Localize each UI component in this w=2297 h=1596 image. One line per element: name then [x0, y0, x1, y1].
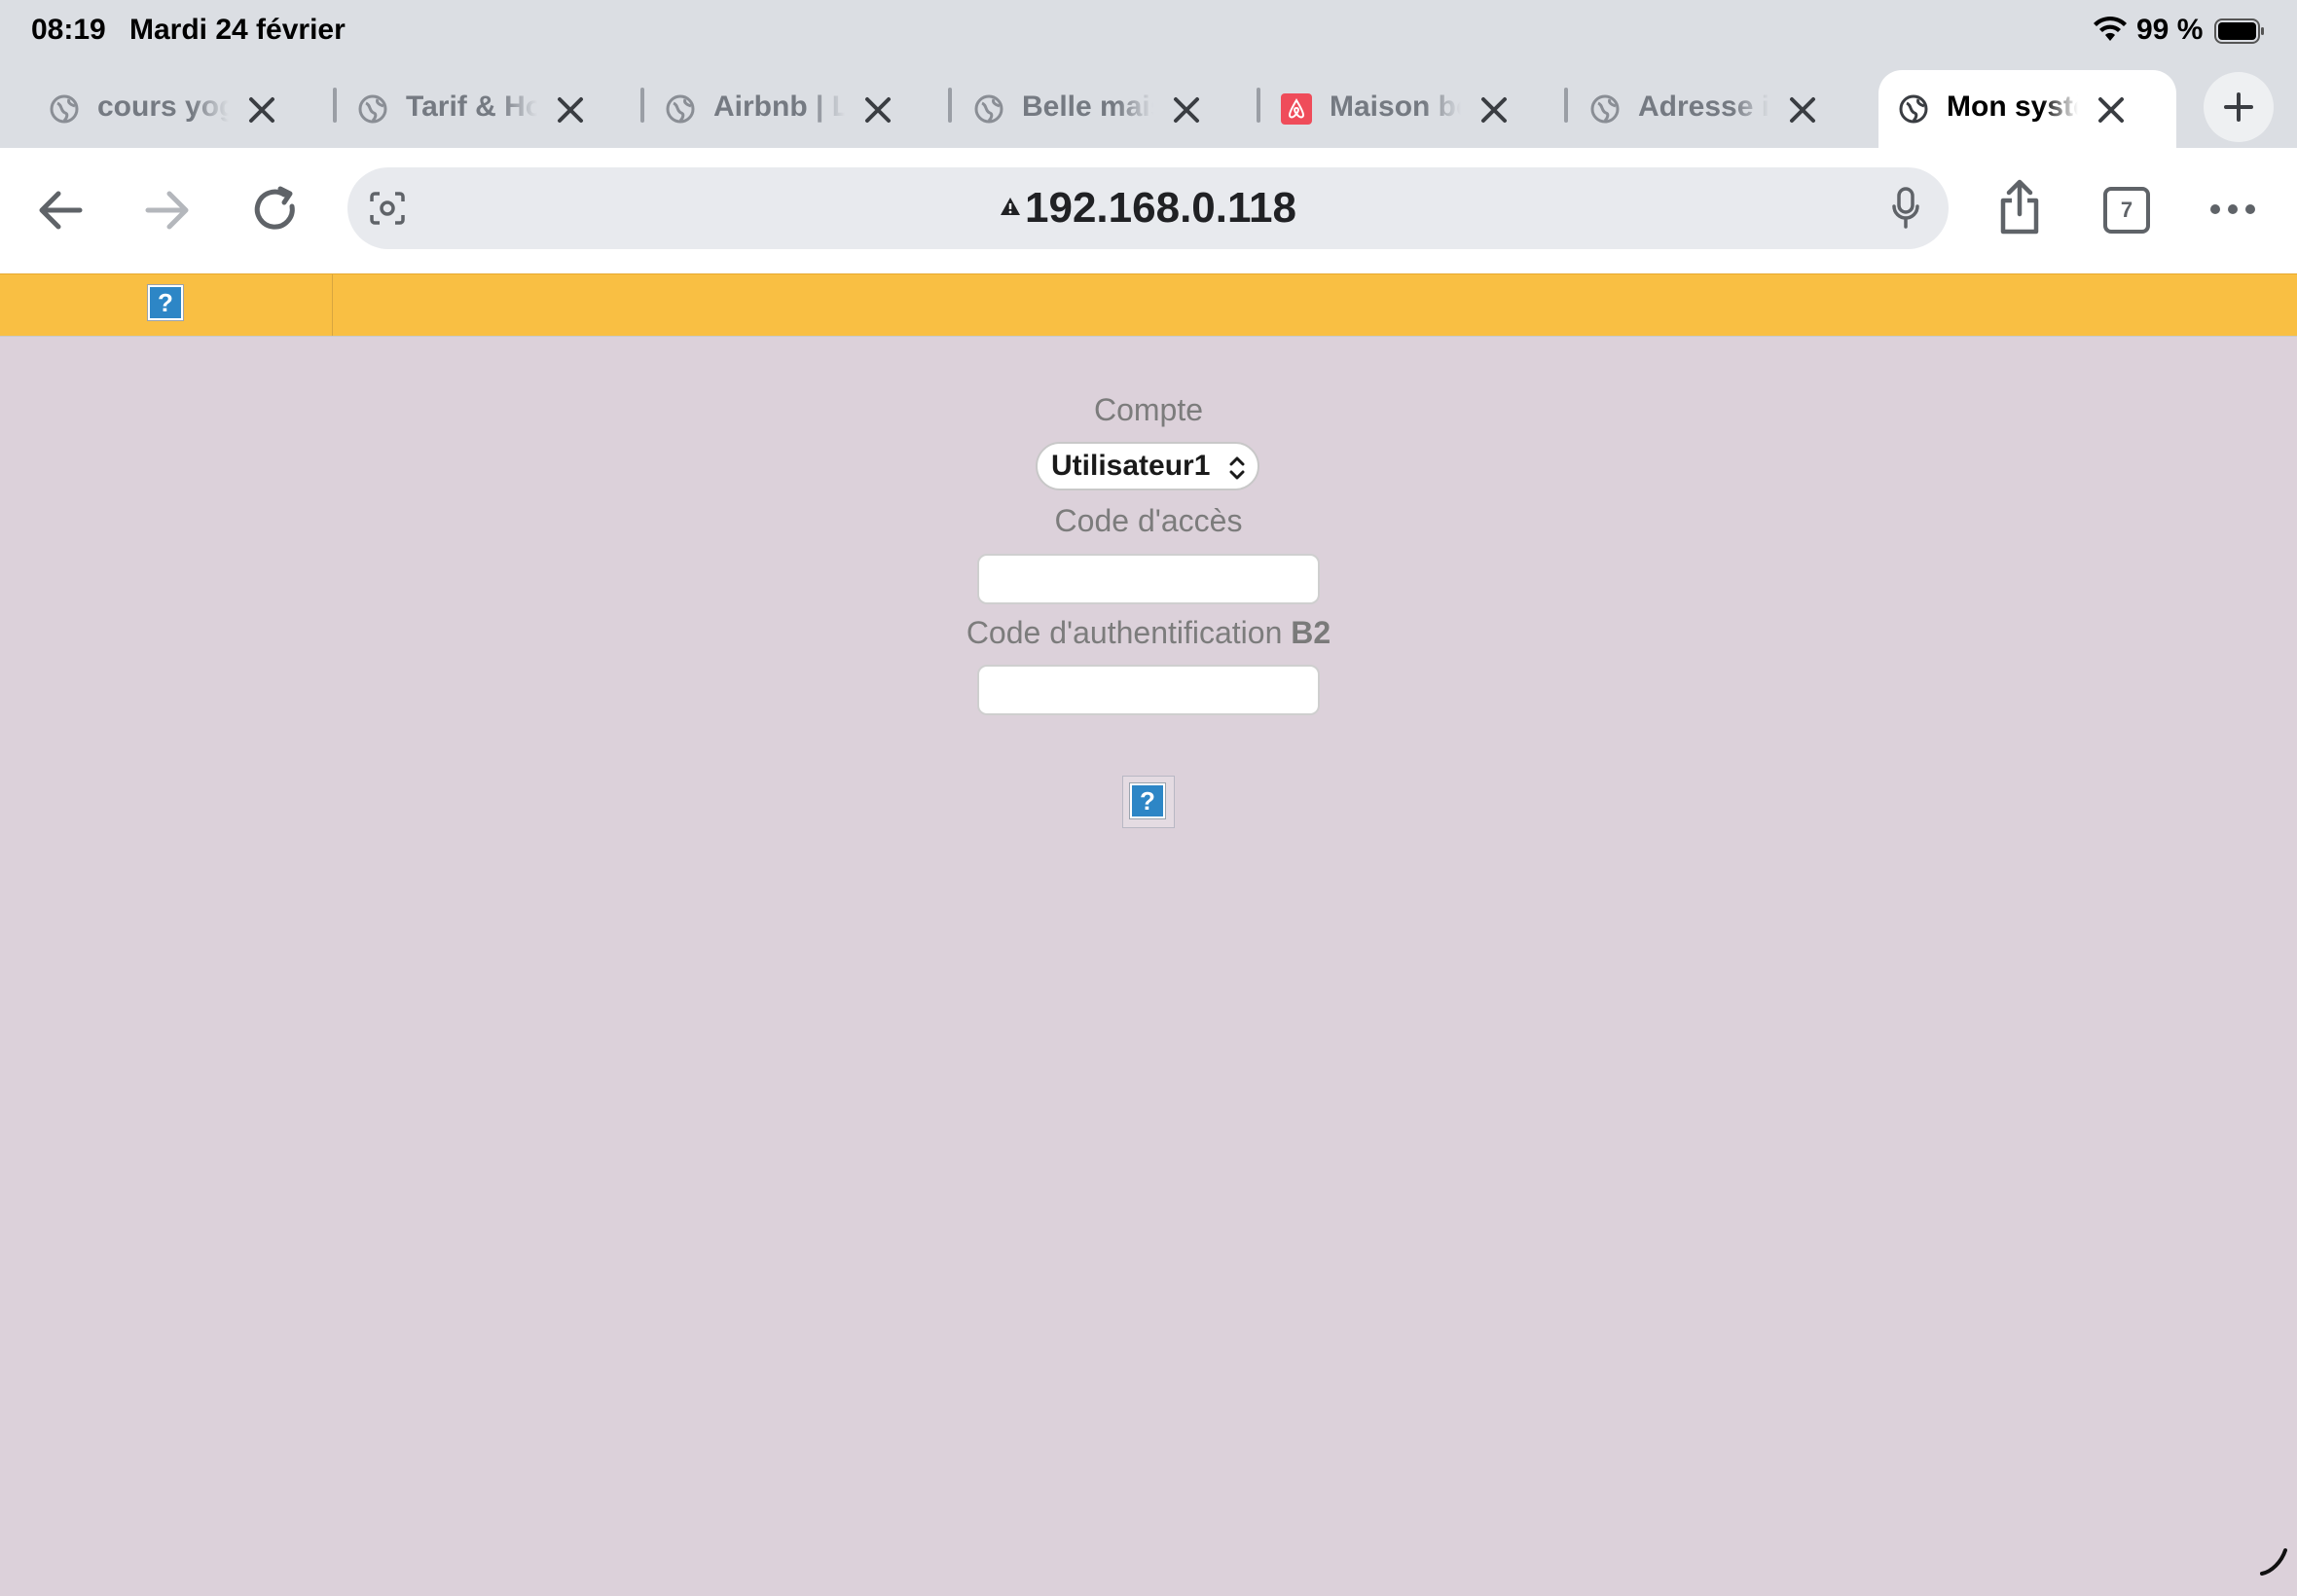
- submit-image-frame[interactable]: ?: [1122, 776, 1175, 828]
- globe-icon: [666, 94, 695, 124]
- chevron-updown-icon: [1229, 456, 1245, 480]
- account-select-value: Utilisateur1: [1051, 450, 1211, 482]
- tab-separator: [948, 88, 952, 123]
- close-icon[interactable]: [1788, 95, 1817, 125]
- globe-icon: [1899, 94, 1928, 124]
- close-icon[interactable]: [247, 95, 276, 125]
- tab-title: Airbnb | Loc: [713, 91, 845, 123]
- microphone-icon[interactable]: [1891, 187, 1920, 230]
- share-icon[interactable]: [1997, 179, 2042, 236]
- reload-icon[interactable]: [251, 185, 300, 234]
- account-label: Compte: [1093, 392, 1204, 427]
- tab-title: Belle maiso: [1022, 91, 1153, 123]
- status-time: 08:19: [31, 14, 106, 46]
- auth-code-label-text: Code d'authentification: [966, 615, 1283, 650]
- auth-code-label: Code d'authentification B2: [0, 615, 2297, 651]
- tab-title: Maison bord: [1330, 91, 1461, 123]
- tab-6[interactable]: Adresse ip d: [1570, 70, 1862, 148]
- page-content: ? Compte Utilisateur1 Code d'accès Code …: [0, 273, 2297, 1596]
- browser-chrome: 08:19 Mardi 24 février 99 % cours yoga T…: [0, 0, 2297, 273]
- globe-icon: [974, 94, 1003, 124]
- tab-separator: [1564, 88, 1568, 123]
- battery-percent: 99 %: [2136, 14, 2204, 46]
- broken-image-icon[interactable]: ?: [147, 284, 184, 321]
- close-icon[interactable]: [863, 95, 893, 125]
- battery-icon: [2214, 18, 2264, 44]
- address-text: 192.168.0.118: [347, 167, 1949, 249]
- globe-icon: [50, 94, 79, 124]
- auth-code-label-suffix: B2: [1291, 615, 1331, 650]
- wifi-icon: [2094, 16, 2127, 41]
- close-icon[interactable]: [1479, 95, 1509, 125]
- tab-title: Adresse ip d: [1638, 91, 1769, 123]
- access-code-field[interactable]: [977, 554, 1320, 604]
- back-arrow-icon[interactable]: [37, 189, 84, 232]
- header-band: ?: [0, 273, 2297, 337]
- airbnb-icon: [1281, 93, 1312, 125]
- close-icon[interactable]: [556, 95, 585, 125]
- browser-toolbar: 192.168.0.118 7: [0, 148, 2297, 273]
- url-text: 192.168.0.118: [1025, 184, 1296, 232]
- more-icon[interactable]: [2209, 202, 2256, 216]
- tab-2[interactable]: Tarif & Hora: [338, 70, 630, 148]
- tab-title: Mon systèm: [1947, 91, 2078, 123]
- tab-separator: [333, 88, 337, 123]
- status-date: Mardi 24 février: [129, 14, 346, 46]
- broken-image-icon[interactable]: ?: [1129, 782, 1166, 819]
- auth-code-field[interactable]: [977, 665, 1320, 715]
- plus-icon: [2224, 92, 2253, 122]
- globe-icon: [1590, 94, 1620, 124]
- forward-arrow-icon[interactable]: [144, 189, 191, 232]
- account-select[interactable]: Utilisateur1: [1036, 442, 1259, 490]
- tab-1[interactable]: cours yoga: [29, 70, 321, 148]
- tab-count-button[interactable]: 7: [2103, 187, 2150, 234]
- tab-separator: [1257, 88, 1260, 123]
- new-tab-button[interactable]: [2204, 72, 2274, 142]
- access-code-label: Code d'accès: [1054, 503, 1243, 538]
- status-bar: 08:19 Mardi 24 février 99 %: [0, 0, 2297, 62]
- loading-spinner-icon: [2260, 1548, 2287, 1576]
- tab-4[interactable]: Belle maiso: [954, 70, 1246, 148]
- tab-strip: cours yoga Tarif & Hora Airbnb | Loc Bel…: [0, 62, 2297, 148]
- tab-title: Tarif & Hora: [406, 91, 537, 123]
- close-icon[interactable]: [2096, 95, 2126, 125]
- tab-5[interactable]: Maison bord: [1261, 70, 1553, 148]
- close-icon[interactable]: [1172, 95, 1201, 125]
- tab-7-active[interactable]: Mon systèm: [1878, 70, 2176, 148]
- address-bar[interactable]: 192.168.0.118: [347, 167, 1949, 249]
- warning-icon: [1001, 198, 1021, 216]
- globe-icon: [358, 94, 387, 124]
- tab-3[interactable]: Airbnb | Loc: [645, 70, 937, 148]
- tab-title: cours yoga: [97, 91, 229, 123]
- tab-separator: [640, 88, 644, 123]
